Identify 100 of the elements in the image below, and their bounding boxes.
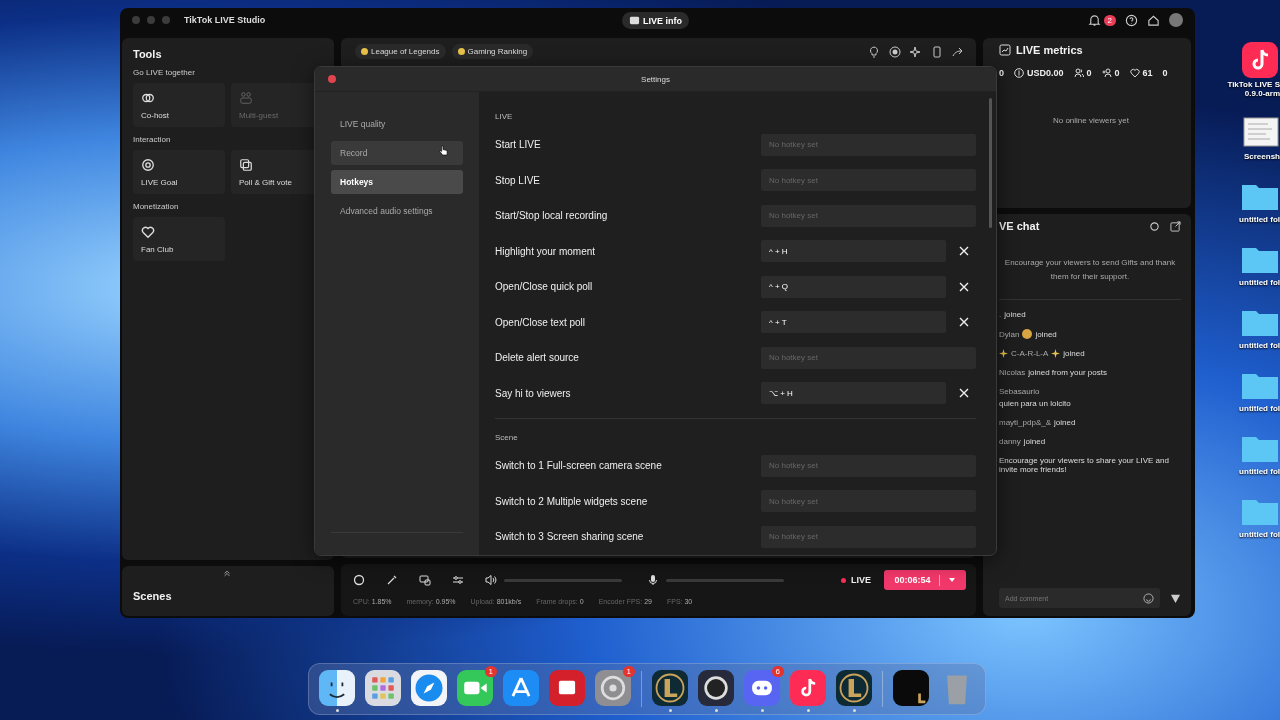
username[interactable]: Nicolas [999, 368, 1026, 378]
running-indicator [668, 709, 672, 712]
letter-a-app-icon[interactable] [503, 670, 539, 706]
heart-icon [141, 224, 155, 239]
popout-icon[interactable] [1170, 220, 1181, 232]
hotkey-field[interactable]: ⌥ + H [761, 382, 946, 405]
hotkey-label: Open/Close quick poll [495, 281, 594, 293]
metric-value: 0 [999, 68, 1004, 78]
screen-icon[interactable] [419, 574, 431, 586]
record-icon[interactable] [889, 45, 901, 58]
desktop-icon-label[interactable]: untitled fol [1239, 341, 1280, 350]
hotkey-label: Open/Close text poll [495, 316, 587, 328]
grid-app-icon[interactable] [365, 670, 401, 706]
phone-icon[interactable] [931, 45, 943, 58]
hotkey-label: Start/Stop local recording [495, 210, 609, 222]
chat-message: joined [1035, 329, 1057, 339]
share-icon[interactable] [952, 45, 964, 58]
avatar[interactable] [1169, 13, 1183, 27]
hotkey-field[interactable]: ^ + Q [761, 275, 946, 298]
home-icon[interactable] [1147, 13, 1160, 27]
settings-nav-item[interactable]: Advanced audio settings [331, 199, 463, 223]
music-note-app-icon[interactable] [1240, 40, 1280, 80]
letter-l-app-icon[interactable] [836, 670, 872, 706]
hotkey-field[interactable]: ^ + T [761, 311, 946, 334]
group-title: Go LIVE together [133, 68, 195, 77]
clear-icon[interactable] [959, 388, 969, 399]
note-app-icon[interactable] [790, 670, 826, 706]
clear-icon[interactable] [959, 317, 969, 328]
wand-icon[interactable] [386, 574, 398, 586]
live-timer-button[interactable]: 00:06:54 [884, 570, 966, 590]
sparkle-icon[interactable] [910, 45, 922, 58]
close-button[interactable] [328, 75, 336, 83]
running-indicator [760, 709, 764, 712]
group-title: Interaction [133, 135, 171, 144]
username[interactable]: Sebasaurio [999, 387, 1040, 397]
category-tag[interactable]: League of Legends [355, 44, 446, 59]
username[interactable]: . [999, 310, 1002, 320]
chat-message: quien para un lolcito [999, 399, 1072, 409]
tool-button[interactable]: Co-host [133, 83, 225, 127]
heart-icon [1129, 68, 1140, 78]
clear-icon[interactable] [959, 246, 969, 257]
face-app-icon[interactable] [319, 670, 355, 706]
microphone-icon[interactable] [647, 574, 659, 586]
coin-icon [1014, 68, 1024, 78]
chevron-up-icon[interactable] [223, 570, 231, 577]
circle-app-icon[interactable] [698, 670, 734, 706]
camera-app-icon[interactable] [457, 670, 493, 706]
settings-nav-item[interactable]: LIVE quality [331, 112, 463, 136]
hotkey-label: Say hi to viewers [495, 387, 572, 399]
gear-app-icon[interactable] [595, 670, 631, 706]
screen-icon [629, 15, 640, 26]
desktop-icon-label[interactable]: Screensh [1243, 152, 1280, 161]
desktop-icon-label[interactable]: untitled fol [1239, 278, 1280, 287]
panel-title: LIVE metrics [1016, 44, 1083, 56]
username[interactable]: mayti_pdp&_& [999, 418, 1052, 428]
desktop-icon-label[interactable]: untitled fol [1239, 467, 1280, 476]
desktop-icon-label[interactable]: untitled fol [1239, 404, 1280, 413]
clear-icon[interactable] [959, 281, 969, 292]
desktop-icon-label[interactable]: untitled fol [1239, 215, 1280, 224]
tool-button[interactable]: LIVE Goal [133, 150, 225, 194]
hotkey-label: Stop LIVE [495, 174, 542, 186]
hotkey-label: Switch to 3 Screen sharing scene [495, 531, 645, 543]
empty-message: No online viewers yet [1052, 116, 1129, 125]
bulb-icon[interactable] [868, 45, 880, 58]
username[interactable]: C-A-R-L-A [1011, 349, 1049, 359]
username[interactable]: danny [999, 437, 1021, 447]
letter-l-app-icon[interactable] [652, 670, 688, 706]
notification-badge: 1 [484, 666, 497, 677]
send-icon[interactable] [1170, 592, 1181, 604]
compass-app-icon[interactable] [411, 670, 447, 706]
metric-value: 0 [1101, 68, 1120, 78]
speaker-icon[interactable] [485, 574, 497, 586]
section-title: Scene [495, 433, 519, 442]
emoji-icon[interactable] [1143, 592, 1154, 604]
metric-value: USD0.00 [1014, 68, 1064, 78]
microphone-slider[interactable] [666, 578, 784, 582]
hotkey-field[interactable]: ^ + H [761, 240, 946, 263]
username[interactable]: Dylan [999, 329, 1020, 339]
volume-slider[interactable] [504, 578, 622, 582]
desktop-icon-label[interactable]: TikTok LIVE S 0.9.0-arm [1227, 80, 1280, 98]
people-icon [239, 90, 253, 105]
people-icon [1073, 68, 1084, 78]
hotkey-label: Highlight your moment [495, 245, 597, 257]
live-info-button[interactable]: LIVE info [622, 12, 689, 29]
scrollbar[interactable] [989, 98, 992, 228]
controller-app-icon[interactable] [744, 670, 780, 706]
running-indicator [806, 709, 810, 712]
tool-button[interactable]: Fan Club [133, 217, 225, 261]
help-icon[interactable] [1125, 13, 1138, 27]
notification-badge: 2 [1103, 14, 1116, 26]
window-title: TikTok LIVE Studio [184, 15, 266, 25]
bell-icon[interactable] [1087, 13, 1101, 27]
window-thumbnail[interactable] [893, 670, 929, 706]
category-tag[interactable]: Gaming Ranking [451, 44, 534, 59]
settings-nav-item[interactable]: Record [331, 141, 463, 165]
notification-badge: 1 [622, 666, 635, 677]
sliders-icon[interactable] [452, 574, 464, 586]
desktop-icon-label[interactable]: untitled fol [1239, 530, 1280, 539]
chat-message: joined [1054, 418, 1076, 428]
settings-nav-item[interactable]: Hotkeys [331, 170, 463, 194]
